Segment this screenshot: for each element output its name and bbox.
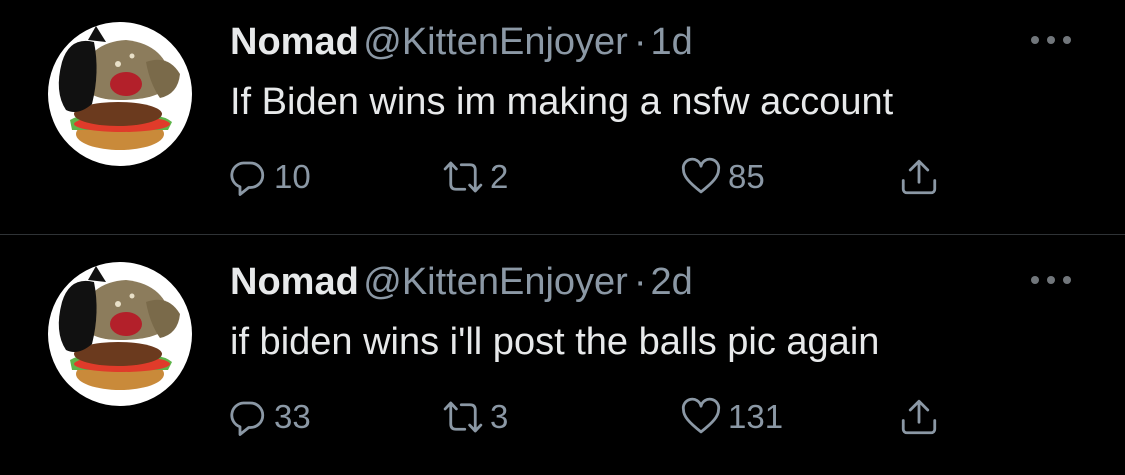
- like-count: 131: [728, 398, 784, 435]
- more-icon-dot: [1047, 276, 1055, 284]
- retweet-button[interactable]: 2: [442, 152, 508, 202]
- share-icon: [901, 399, 937, 435]
- tweet-text: If Biden wins im making a nsfw account: [230, 81, 894, 123]
- tweet-header: Nomad @KittenEnjoyer · 2d: [230, 256, 693, 308]
- reply-button[interactable]: 10: [226, 152, 311, 202]
- heart-icon: [681, 157, 721, 194]
- reply-button[interactable]: 33: [226, 392, 311, 442]
- share-button[interactable]: [898, 152, 940, 202]
- tweet-divider: [0, 234, 1125, 235]
- like-button[interactable]: 85: [680, 152, 765, 202]
- more-icon: [1031, 276, 1039, 284]
- avatar[interactable]: [48, 22, 192, 166]
- user-handle[interactable]: @KittenEnjoyer: [363, 21, 628, 63]
- reply-icon: [230, 401, 265, 436]
- burger-cat-avatar-icon: [58, 26, 180, 150]
- more-icon-dot: [1047, 36, 1055, 44]
- tweet-actions: 33 3 131: [226, 392, 966, 442]
- tweet-text: if biden wins i'll post the balls pic ag…: [230, 321, 880, 363]
- retweet-button[interactable]: 3: [442, 392, 508, 442]
- display-name[interactable]: Nomad: [230, 261, 359, 303]
- heart-icon: [681, 397, 721, 434]
- like-count: 85: [728, 158, 765, 195]
- burger-cat-avatar-icon: [58, 266, 180, 390]
- more-options-button[interactable]: [1031, 34, 1071, 46]
- tweet-header: Nomad @KittenEnjoyer · 1d: [230, 16, 693, 68]
- share-icon: [901, 159, 937, 195]
- timestamp[interactable]: 2d: [651, 261, 693, 303]
- retweet-icon: [443, 161, 483, 193]
- like-button[interactable]: 131: [680, 392, 783, 442]
- user-handle[interactable]: @KittenEnjoyer: [363, 261, 628, 303]
- tweet-actions: 10 2 85: [226, 152, 966, 202]
- display-name[interactable]: Nomad: [230, 21, 359, 63]
- separator-dot: ·: [633, 261, 647, 303]
- more-icon: [1031, 36, 1039, 44]
- more-icon-dot: [1063, 36, 1071, 44]
- timestamp[interactable]: 1d: [651, 21, 693, 63]
- tweet[interactable]: Nomad @KittenEnjoyer · 2d if biden wins i'…: [0, 240, 1125, 475]
- reply-icon: [230, 161, 265, 196]
- separator-dot: ·: [633, 21, 647, 63]
- avatar[interactable]: [48, 262, 192, 406]
- share-button[interactable]: [898, 392, 940, 442]
- retweet-count: 3: [490, 398, 509, 435]
- retweet-count: 2: [490, 158, 509, 195]
- retweet-icon: [443, 401, 483, 433]
- tweet-feed: Nomad @KittenEnjoyer · 1d If Biden wins im…: [0, 0, 1125, 475]
- more-icon-dot: [1063, 276, 1071, 284]
- more-options-button[interactable]: [1031, 274, 1071, 286]
- reply-count: 10: [274, 158, 311, 195]
- tweet[interactable]: Nomad @KittenEnjoyer · 1d If Biden wins im…: [0, 0, 1125, 235]
- reply-count: 33: [274, 398, 311, 435]
